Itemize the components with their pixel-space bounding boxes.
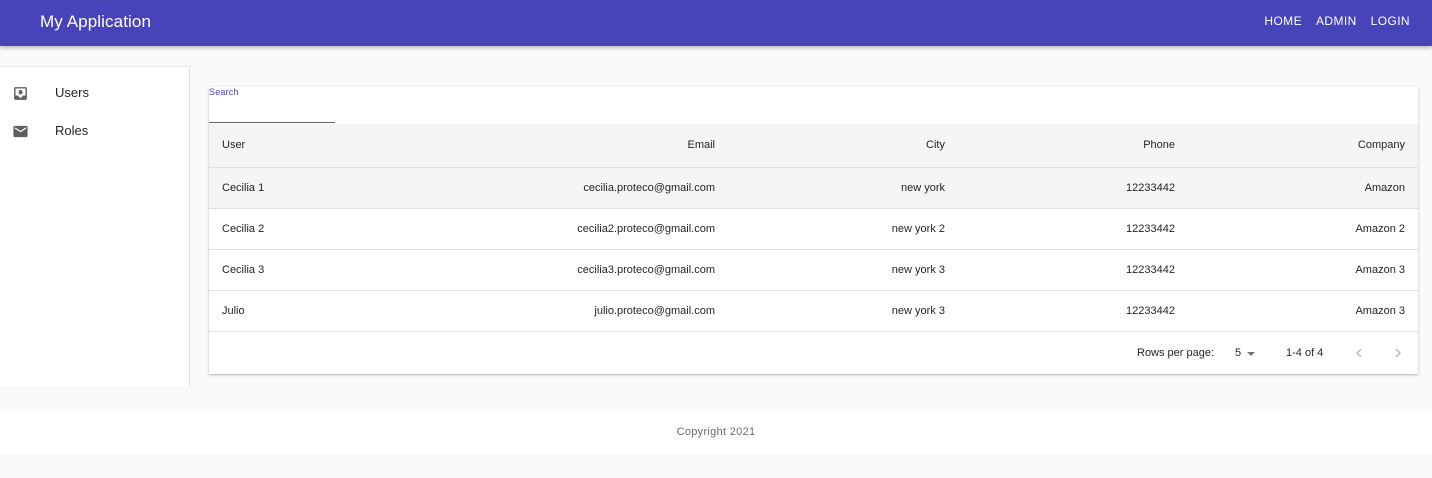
sidebar: Users Roles [0, 66, 190, 386]
cell-user: Julio [209, 290, 339, 332]
nav-admin-link[interactable]: ADMIN [1316, 14, 1357, 28]
column-header-user[interactable]: User [209, 124, 339, 168]
cell-company: Amazon 2 [1188, 208, 1418, 250]
cell-city: new york 3 [728, 290, 958, 332]
footer: Copyright 2021 [0, 411, 1432, 454]
cell-company: Amazon 3 [1188, 290, 1418, 332]
column-header-phone[interactable]: Phone [958, 124, 1188, 168]
table-header-row: User Email City Phone Company [209, 124, 1418, 168]
users-table: User Email City Phone Company Cecilia 1 … [209, 124, 1418, 332]
pagination-range: 1-4 of 4 [1286, 347, 1324, 359]
top-nav: HOME ADMIN LOGIN [1264, 14, 1410, 28]
table-row[interactable]: Julio julio.proteco@gmail.com new york 3… [209, 290, 1418, 332]
cell-email: cecilia2.proteco@gmail.com [339, 208, 728, 250]
caret-down-icon [1247, 352, 1255, 356]
users-table-panel: Search User Email City Phone Company Cec… [209, 87, 1418, 374]
cell-user: Cecilia 3 [209, 249, 339, 291]
rows-per-page-select[interactable]: 5 [1233, 343, 1259, 363]
sidebar-item-label: Roles [55, 123, 89, 138]
app-title: My Application [40, 12, 152, 31]
sidebar-item-users[interactable]: Users [0, 75, 189, 111]
sidebar-item-roles[interactable]: Roles [0, 113, 189, 149]
column-header-company[interactable]: Company [1188, 124, 1418, 168]
cell-company: Amazon 3 [1188, 249, 1418, 291]
column-header-city[interactable]: City [728, 124, 958, 168]
cell-city: new york 2 [728, 208, 958, 250]
rows-per-page-value: 5 [1235, 347, 1242, 359]
cell-phone: 12233442 [958, 208, 1188, 250]
copyright-text: Copyright 2021 [676, 426, 756, 438]
cell-user: Cecilia 2 [209, 208, 339, 250]
table-row[interactable]: Cecilia 3 cecilia3.proteco@gmail.com new… [209, 249, 1418, 291]
cell-email: cecilia.proteco@gmail.com [339, 167, 728, 209]
cell-city: new york 3 [728, 249, 958, 291]
inbox-download-icon [12, 85, 29, 102]
sidebar-item-label: Users [55, 85, 89, 100]
table-row[interactable]: Cecilia 2 cecilia2.proteco@gmail.com new… [209, 208, 1418, 250]
cell-email: cecilia3.proteco@gmail.com [339, 249, 728, 291]
cell-email: julio.proteco@gmail.com [339, 290, 728, 332]
cell-city: new york [728, 167, 958, 209]
search-label: Search [209, 87, 239, 97]
cell-phone: 12233442 [958, 290, 1188, 332]
table-pagination: Rows per page: 5 1-4 of 4 [209, 335, 1418, 371]
chevron-left-icon[interactable] [1350, 344, 1368, 362]
search-input[interactable] [209, 99, 335, 123]
cell-phone: 12233442 [958, 249, 1188, 291]
table-row[interactable]: Cecilia 1 cecilia.proteco@gmail.com new … [209, 167, 1418, 209]
chevron-right-icon[interactable] [1389, 344, 1407, 362]
cell-user: Cecilia 1 [209, 167, 339, 209]
column-header-email[interactable]: Email [339, 124, 728, 168]
cell-phone: 12233442 [958, 167, 1188, 209]
app-bar: My Application HOME ADMIN LOGIN [0, 0, 1432, 46]
rows-per-page-label: Rows per page: [1137, 347, 1215, 359]
cell-company: Amazon [1188, 167, 1418, 209]
mail-icon [12, 123, 29, 140]
nav-login-link[interactable]: LOGIN [1371, 14, 1410, 28]
nav-home-link[interactable]: HOME [1264, 14, 1302, 28]
